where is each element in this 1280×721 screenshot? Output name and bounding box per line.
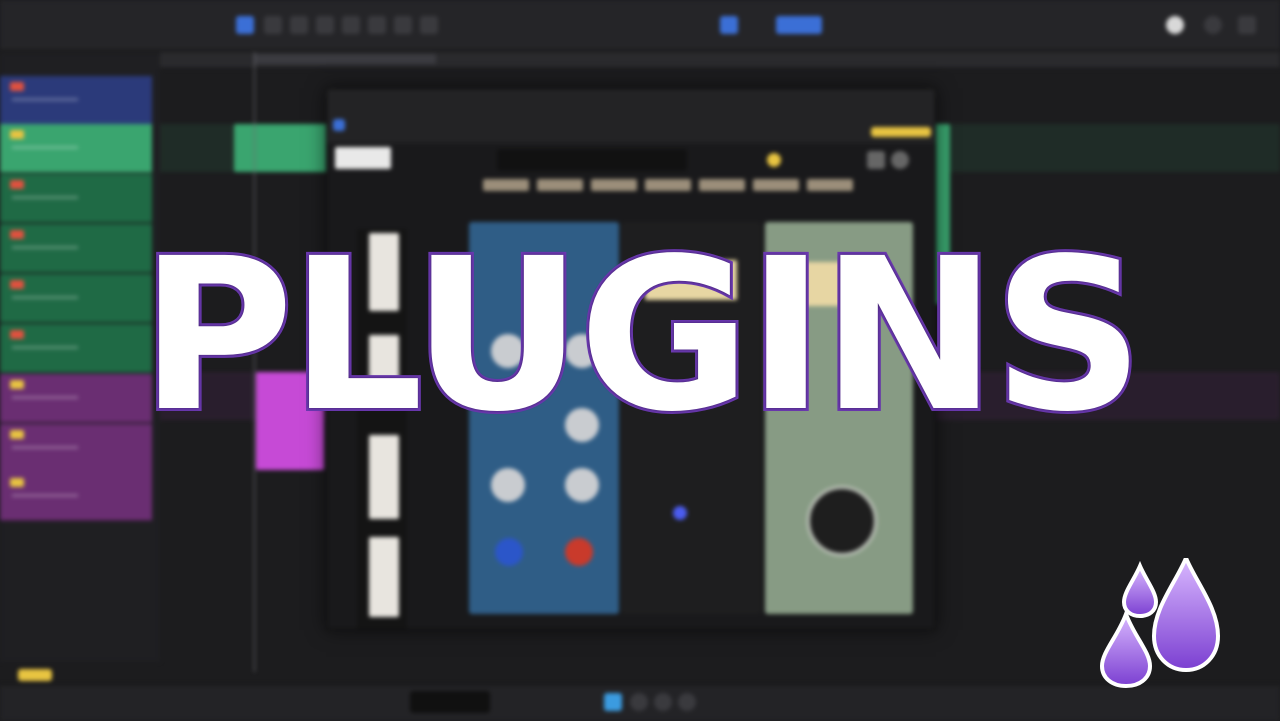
record-icon[interactable] bbox=[678, 693, 696, 711]
track-header[interactable] bbox=[0, 124, 152, 173]
bypass-icon[interactable] bbox=[767, 153, 781, 167]
mute-tool-button[interactable] bbox=[368, 16, 386, 34]
pointer-tool-button[interactable] bbox=[236, 16, 254, 34]
split-tool-button[interactable] bbox=[342, 16, 360, 34]
timebase-select[interactable] bbox=[776, 16, 822, 34]
user-avatar[interactable] bbox=[1166, 16, 1184, 34]
solo-button[interactable] bbox=[10, 478, 24, 487]
track-header[interactable] bbox=[0, 174, 152, 223]
slot-chip[interactable] bbox=[537, 179, 583, 191]
bend-tool-button[interactable] bbox=[394, 16, 412, 34]
volume-slider[interactable] bbox=[12, 446, 78, 449]
snap-toggle-button[interactable] bbox=[720, 16, 738, 34]
headline-title: PLUGINS bbox=[137, 213, 1147, 458]
red-knob[interactable] bbox=[565, 538, 593, 566]
pencil-tool-button[interactable] bbox=[290, 16, 308, 34]
transport-bar bbox=[0, 669, 1280, 721]
audio-clip[interactable] bbox=[234, 124, 330, 172]
rack-module[interactable] bbox=[369, 537, 399, 617]
volume-slider[interactable] bbox=[12, 196, 78, 199]
play-icon[interactable] bbox=[654, 693, 672, 711]
loop-range[interactable] bbox=[254, 54, 436, 64]
slot-chip[interactable] bbox=[807, 179, 853, 191]
slot-chip[interactable] bbox=[591, 179, 637, 191]
solo-button[interactable] bbox=[10, 130, 24, 139]
slot-chip[interactable] bbox=[753, 179, 799, 191]
time-display bbox=[410, 691, 490, 713]
stop-icon[interactable] bbox=[630, 693, 648, 711]
insert-slot[interactable] bbox=[871, 127, 931, 137]
large-knob[interactable] bbox=[807, 486, 877, 556]
led-indicator bbox=[673, 506, 687, 520]
cloud-icon[interactable] bbox=[1238, 16, 1256, 34]
power-icon[interactable] bbox=[333, 119, 345, 131]
settings-icon[interactable] bbox=[1204, 16, 1222, 34]
track-header[interactable] bbox=[0, 472, 152, 521]
eq-knob[interactable] bbox=[491, 468, 525, 502]
record-arm-button[interactable] bbox=[10, 180, 24, 189]
slot-chip[interactable] bbox=[483, 179, 529, 191]
slot-chip[interactable] bbox=[645, 179, 691, 191]
purple-droplets-logo bbox=[1100, 558, 1220, 688]
volume-slider[interactable] bbox=[12, 494, 78, 497]
record-arm-button[interactable] bbox=[10, 82, 24, 91]
droplet-large-icon bbox=[1151, 558, 1220, 673]
droplet-medium-icon bbox=[1100, 608, 1153, 688]
slot-chip[interactable] bbox=[699, 179, 745, 191]
eraser-tool-button[interactable] bbox=[316, 16, 334, 34]
volume-slider[interactable] bbox=[12, 146, 78, 149]
top-toolbar bbox=[0, 0, 1280, 51]
plugin-logo bbox=[335, 147, 391, 169]
listen-tool-button[interactable] bbox=[420, 16, 438, 34]
marker-chip[interactable] bbox=[18, 669, 52, 681]
settings-icon[interactable] bbox=[891, 151, 909, 169]
range-tool-button[interactable] bbox=[264, 16, 282, 34]
plugin-window-header bbox=[327, 89, 935, 143]
eq-knob[interactable] bbox=[565, 468, 599, 502]
loop-icon[interactable] bbox=[604, 693, 622, 711]
volume-slider[interactable] bbox=[12, 98, 78, 101]
blue-knob[interactable] bbox=[495, 538, 523, 566]
timeline-ruler[interactable] bbox=[160, 52, 1280, 69]
camera-icon[interactable] bbox=[867, 151, 885, 169]
track-header[interactable] bbox=[0, 76, 152, 125]
droplet-small-icon bbox=[1121, 560, 1159, 619]
preset-selector[interactable] bbox=[497, 149, 687, 171]
